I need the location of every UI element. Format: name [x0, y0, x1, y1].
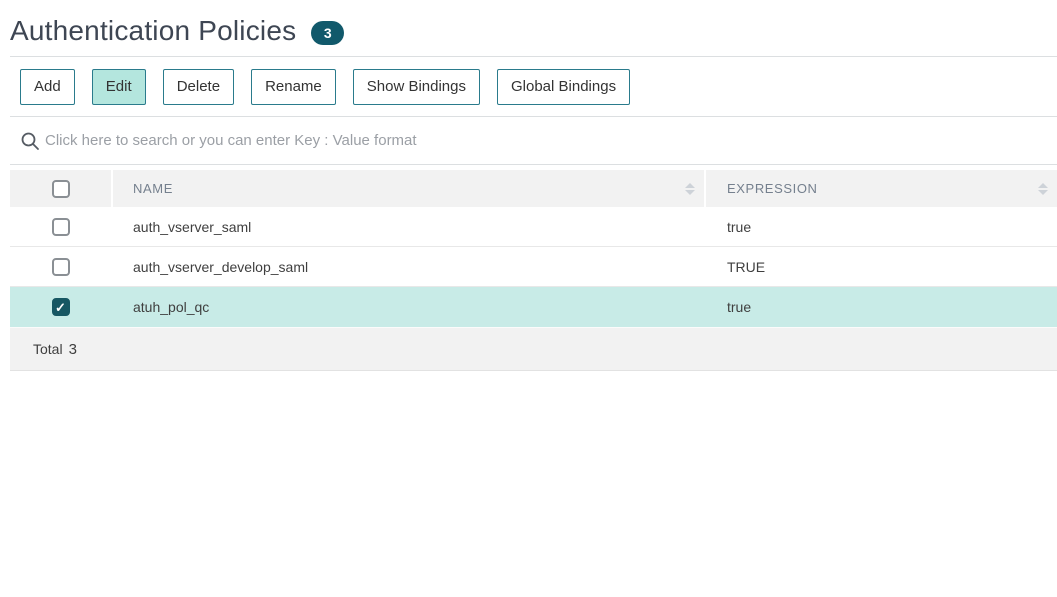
row-name-cell: atuh_pol_qc [111, 299, 704, 315]
select-all-checkbox[interactable] [52, 180, 70, 198]
table-footer: Total 3 [10, 327, 1057, 371]
sort-icon[interactable] [1038, 183, 1048, 195]
total-value: 3 [69, 341, 77, 358]
checkmark-icon: ✓ [55, 301, 66, 314]
select-all-header-cell [10, 170, 111, 207]
global-bindings-button[interactable]: Global Bindings [497, 69, 630, 105]
row-expression-cell: TRUE [704, 259, 1057, 275]
row-expression-cell: true [704, 299, 1057, 315]
column-header-name-label: NAME [133, 181, 173, 196]
search-bar [10, 117, 1057, 165]
row-checkbox-cell: ✓ [10, 298, 111, 316]
sort-icon[interactable] [685, 183, 695, 195]
column-header-expression-label: EXPRESSION [727, 181, 818, 196]
title-bar: Authentication Policies 3 [0, 0, 1057, 56]
row-name-cell: auth_vserver_saml [111, 219, 704, 235]
row-checkbox[interactable] [52, 258, 70, 276]
column-header-expression[interactable]: EXPRESSION [706, 170, 1057, 207]
search-input[interactable] [45, 117, 1057, 164]
total-label: Total [33, 341, 63, 357]
row-name-cell: auth_vserver_develop_saml [111, 259, 704, 275]
row-checkbox-cell [10, 218, 111, 236]
column-header-name[interactable]: NAME [113, 170, 704, 207]
toolbar: Add Edit Delete Rename Show Bindings Glo… [10, 56, 1057, 117]
search-icon [20, 131, 40, 151]
page-title: Authentication Policies [10, 15, 296, 47]
rename-button[interactable]: Rename [251, 69, 336, 105]
row-expression-cell: true [704, 219, 1057, 235]
add-button[interactable]: Add [20, 69, 75, 105]
table-row[interactable]: auth_vserver_saml true [10, 207, 1057, 247]
show-bindings-button[interactable]: Show Bindings [353, 69, 480, 105]
table-row[interactable]: auth_vserver_develop_saml TRUE [10, 247, 1057, 287]
table-row[interactable]: ✓ atuh_pol_qc true [10, 287, 1057, 327]
delete-button[interactable]: Delete [163, 69, 234, 105]
edit-button[interactable]: Edit [92, 69, 146, 105]
row-checkbox-cell [10, 258, 111, 276]
row-checkbox[interactable]: ✓ [52, 298, 70, 316]
table-header: NAME EXPRESSION [10, 170, 1057, 207]
row-checkbox[interactable] [52, 218, 70, 236]
count-badge: 3 [311, 21, 344, 45]
policies-table: NAME EXPRESSION auth_vserver_saml true a… [10, 170, 1057, 371]
